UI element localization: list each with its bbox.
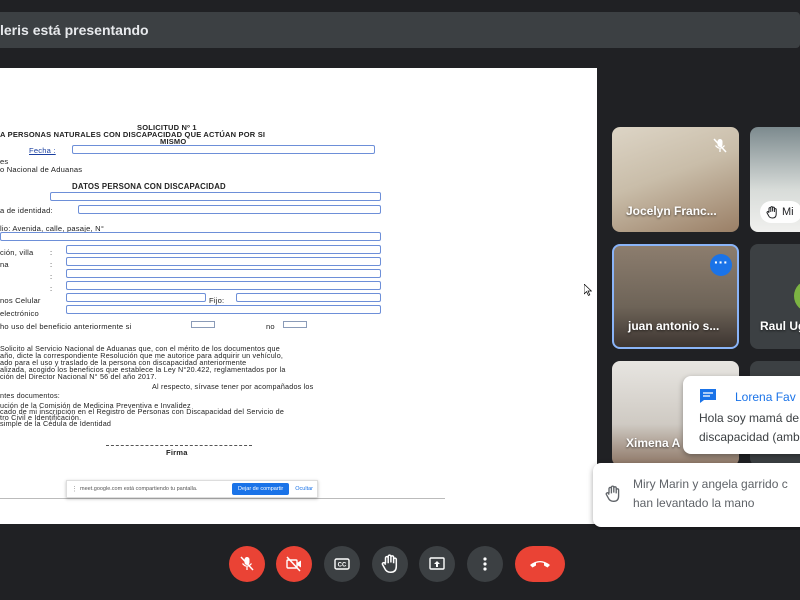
doc-title-2: A PERSONAS NATURALES CON DISCAPACIDAD QU… bbox=[0, 130, 266, 139]
stop-sharing-button[interactable]: Dejar de compartir bbox=[232, 483, 290, 495]
chat-sender: Lorena Fav bbox=[735, 390, 796, 404]
domicilio-field[interactable] bbox=[0, 232, 381, 241]
doc-item-4: simple de la Cédula de Identidad bbox=[0, 419, 112, 428]
celular-field[interactable] bbox=[66, 293, 206, 302]
raised-hands-notice[interactable]: Miry Marin y angela garrido c han levant… bbox=[593, 463, 800, 527]
beneficio-si-box[interactable] bbox=[191, 321, 215, 328]
villa-field[interactable] bbox=[66, 245, 381, 254]
ciudad-field[interactable] bbox=[66, 269, 381, 278]
fijo-field[interactable] bbox=[236, 293, 381, 302]
svg-text:CC: CC bbox=[338, 563, 347, 569]
hang-up-icon bbox=[530, 561, 550, 568]
meet-window: leris está presentando SOLICITUD Nº 1 A … bbox=[0, 0, 800, 600]
region-colon: : bbox=[50, 284, 53, 293]
nombre-field[interactable] bbox=[50, 192, 381, 201]
call-controls: CC bbox=[0, 530, 800, 600]
beneficio-label: ho uso del beneficio anteriormente si bbox=[0, 322, 132, 331]
section-title: DATOS PERSONA CON DISCAPACIDAD bbox=[72, 182, 226, 191]
captions-button[interactable]: CC bbox=[324, 546, 360, 582]
mic-off-icon bbox=[713, 138, 727, 153]
drag-handle-icon[interactable]: ⋮ bbox=[71, 485, 78, 493]
hand-notice-line: Miry Marin y angela garrido c bbox=[633, 477, 788, 491]
hand-notice-line: han levantado la mano bbox=[633, 496, 755, 510]
leave-call-button[interactable] bbox=[515, 546, 565, 582]
region-field[interactable] bbox=[66, 281, 381, 290]
participant-name: Jocelyn Franc... bbox=[626, 204, 717, 218]
mouse-cursor-icon bbox=[584, 284, 592, 296]
share-notice-message: meet.google.com está compartiendo tu pan… bbox=[80, 486, 198, 492]
email-field[interactable] bbox=[66, 305, 381, 314]
identidad-field[interactable] bbox=[78, 205, 381, 214]
shared-document: SOLICITUD Nº 1 A PERSONAS NATURALES CON … bbox=[0, 68, 597, 524]
chat-text-line: Hola soy mamá de bbox=[699, 411, 800, 425]
participant-tile-miry[interactable]: Mi bbox=[750, 127, 800, 232]
participant-name: Raul Ug bbox=[760, 319, 800, 333]
presenting-text: leris está presentando bbox=[0, 22, 149, 38]
villa-label: ción, villa bbox=[0, 248, 34, 257]
participant-tile-juan[interactable]: ··· juan antonio s... bbox=[612, 244, 739, 349]
fijo-label: Fijo: bbox=[209, 296, 225, 305]
chat-message-popup[interactable]: Lorena Fav Hola soy mamá de discapacidad… bbox=[683, 376, 800, 454]
raise-hand-button[interactable] bbox=[372, 546, 408, 582]
avatar bbox=[794, 280, 800, 312]
participant-tile-jocelyn[interactable]: Jocelyn Franc... bbox=[612, 127, 739, 232]
present-screen-button[interactable] bbox=[419, 546, 455, 582]
presenting-banner: leris está presentando bbox=[0, 12, 800, 48]
para-line-5: ción del Director Nacional N° 56 del año… bbox=[0, 372, 157, 381]
more-options-button[interactable] bbox=[467, 546, 503, 582]
doc-line-aduanas: o Nacional de Aduanas bbox=[0, 165, 83, 174]
captions-icon: CC bbox=[334, 558, 350, 570]
raised-hand-icon bbox=[605, 485, 620, 503]
beneficio-no-box[interactable] bbox=[283, 321, 307, 328]
mic-off-icon bbox=[240, 556, 254, 571]
signature-line bbox=[106, 445, 252, 446]
participant-name: Ximena A bbox=[626, 436, 681, 450]
more-vert-icon bbox=[483, 557, 487, 571]
docs-label: ntes documentos: bbox=[0, 391, 60, 400]
participant-name: Mi bbox=[782, 206, 794, 218]
participant-tile-raul[interactable]: Raul Ug bbox=[750, 244, 800, 349]
page-bottom-line bbox=[0, 498, 445, 499]
comuna-colon: : bbox=[50, 260, 53, 269]
raised-hand-chip: Mi bbox=[760, 201, 800, 223]
top-bar: leris está presentando bbox=[0, 0, 800, 62]
screen-share-notice: ⋮ meet.google.com está compartiendo tu p… bbox=[66, 480, 318, 498]
camera-off-icon bbox=[286, 556, 301, 572]
comuna-label: na bbox=[0, 260, 9, 269]
raised-hand-icon bbox=[766, 205, 777, 219]
fecha-label: Fecha : bbox=[29, 146, 56, 155]
firma-label: Firma bbox=[166, 448, 188, 457]
para-line-6: Al respecto, sírvase tener por acompañad… bbox=[152, 382, 314, 391]
more-options-button[interactable]: ··· bbox=[710, 254, 732, 276]
no-label: no bbox=[266, 322, 275, 331]
villa-colon: : bbox=[50, 248, 53, 257]
participant-name: juan antonio s... bbox=[628, 319, 720, 333]
mic-toggle-button[interactable] bbox=[229, 546, 265, 582]
raise-hand-icon bbox=[381, 554, 398, 574]
ciudad-colon: : bbox=[50, 272, 53, 281]
identidad-label: a de identidad: bbox=[0, 206, 53, 215]
telefonos-label: nos Celular bbox=[0, 296, 41, 305]
hide-notice-button[interactable]: Ocultar bbox=[295, 486, 313, 492]
chat-icon bbox=[700, 389, 716, 403]
chat-text-line: discapacidad (amb bbox=[699, 430, 800, 444]
comuna-field[interactable] bbox=[66, 257, 381, 266]
present-screen-icon bbox=[429, 557, 445, 570]
fecha-field[interactable] bbox=[72, 145, 375, 154]
more-options-icon: ··· bbox=[714, 254, 728, 270]
electronico-label: electrónico bbox=[0, 309, 39, 318]
shared-screen: SOLICITUD Nº 1 A PERSONAS NATURALES CON … bbox=[0, 68, 597, 524]
camera-toggle-button[interactable] bbox=[276, 546, 312, 582]
